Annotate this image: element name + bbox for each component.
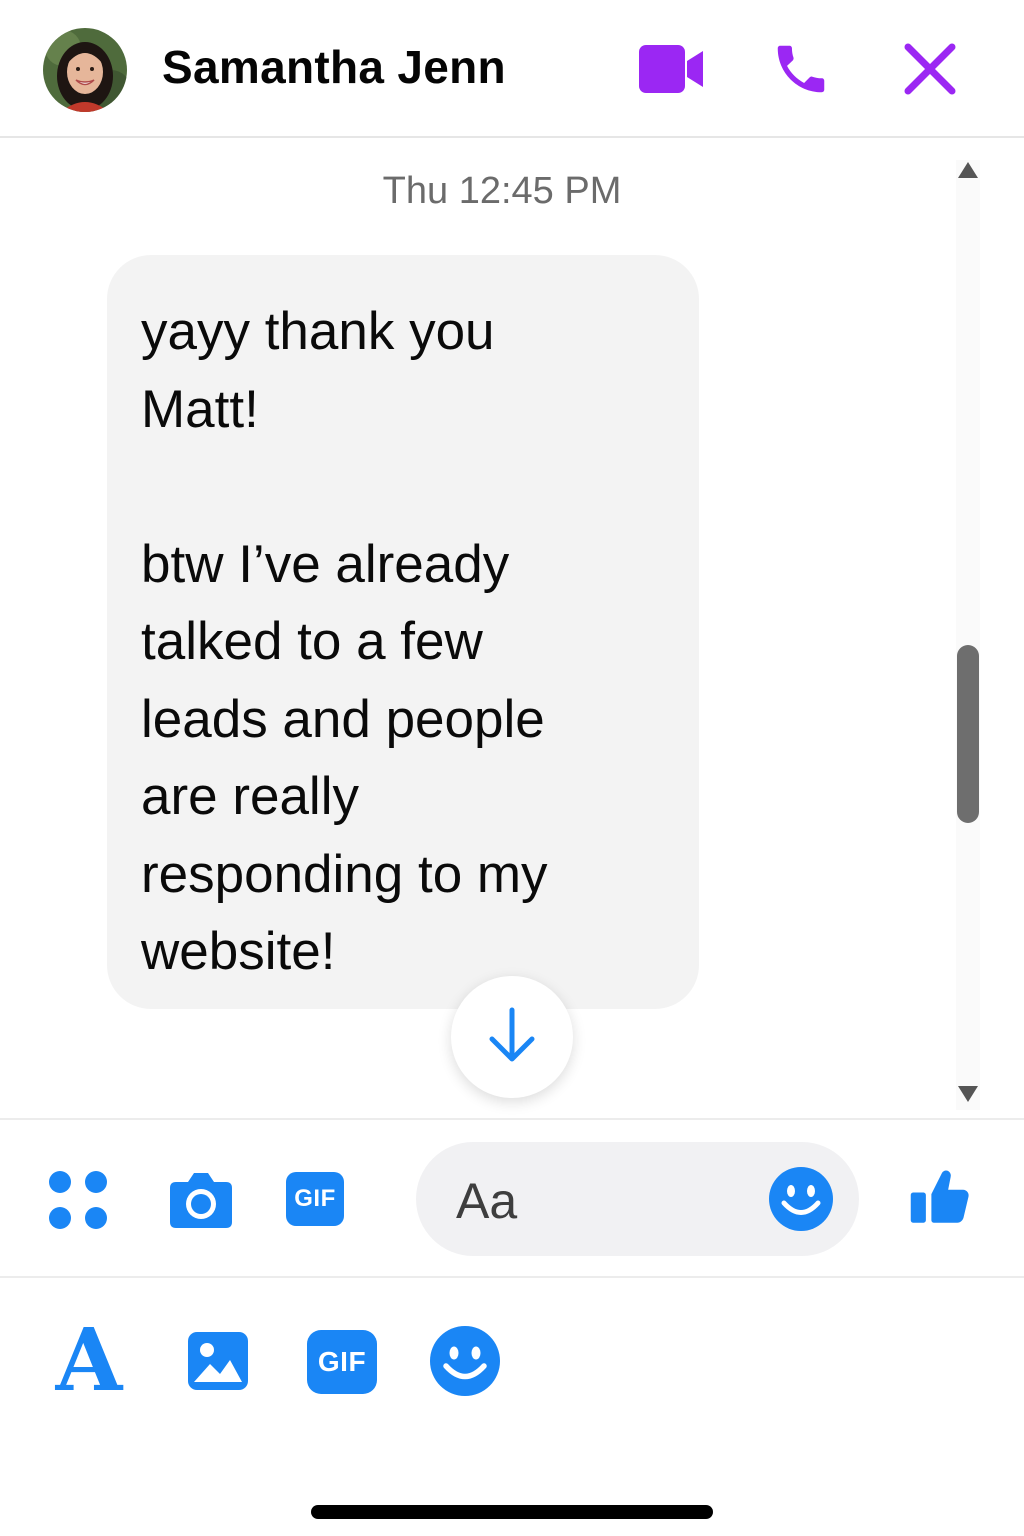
voice-call-button[interactable] <box>766 36 836 106</box>
thumbs-up-icon[interactable] <box>906 1162 976 1234</box>
close-button[interactable] <box>895 36 965 106</box>
scrollbar-track[interactable] <box>956 160 980 1110</box>
gif-label: GIF <box>317 1346 367 1377</box>
scroll-up-arrow-icon[interactable] <box>956 158 980 182</box>
gif-button[interactable]: GIF <box>284 1170 346 1228</box>
arrow-down-icon <box>486 1006 538 1069</box>
camera-icon[interactable] <box>166 1166 236 1234</box>
jump-to-latest-button[interactable] <box>451 976 573 1098</box>
video-camera-icon <box>637 43 705 100</box>
image-icon[interactable] <box>184 1328 252 1394</box>
message-input[interactable]: Aa <box>416 1142 859 1256</box>
apps-grid-icon[interactable] <box>46 1168 110 1232</box>
message-thread[interactable]: Thu 12:45 PM yayy thank you Matt! btw I’… <box>0 140 1024 1118</box>
text-format-label: A <box>55 1310 123 1411</box>
message-input-placeholder: Aa <box>456 1173 518 1229</box>
formatting-toolbar: A GIF <box>0 1280 1024 1460</box>
avatar[interactable] <box>43 28 127 112</box>
contact-name: Samantha Jenn <box>162 41 506 93</box>
emoji-icon[interactable] <box>768 1166 834 1232</box>
chat-header: Samantha Jenn <box>0 0 1024 138</box>
text-format-icon[interactable]: A <box>52 1318 126 1404</box>
scrollbar-thumb[interactable] <box>957 645 979 823</box>
close-icon <box>900 39 960 104</box>
message-text: yayy thank you Matt! btw I’ve already ta… <box>141 302 548 981</box>
video-call-button[interactable] <box>636 36 706 106</box>
scroll-down-arrow-icon[interactable] <box>956 1082 980 1106</box>
gif-button[interactable]: GIF <box>305 1328 379 1396</box>
message-timestamp: Thu 12:45 PM <box>382 170 622 212</box>
message-composer: GIF Aa <box>0 1118 1024 1278</box>
incoming-message-bubble[interactable]: yayy thank you Matt! btw I’ve already ta… <box>107 255 699 1009</box>
phone-icon <box>770 38 832 105</box>
gif-label: GIF <box>294 1185 336 1212</box>
emoji-icon[interactable] <box>428 1324 502 1398</box>
home-indicator[interactable] <box>311 1505 713 1519</box>
